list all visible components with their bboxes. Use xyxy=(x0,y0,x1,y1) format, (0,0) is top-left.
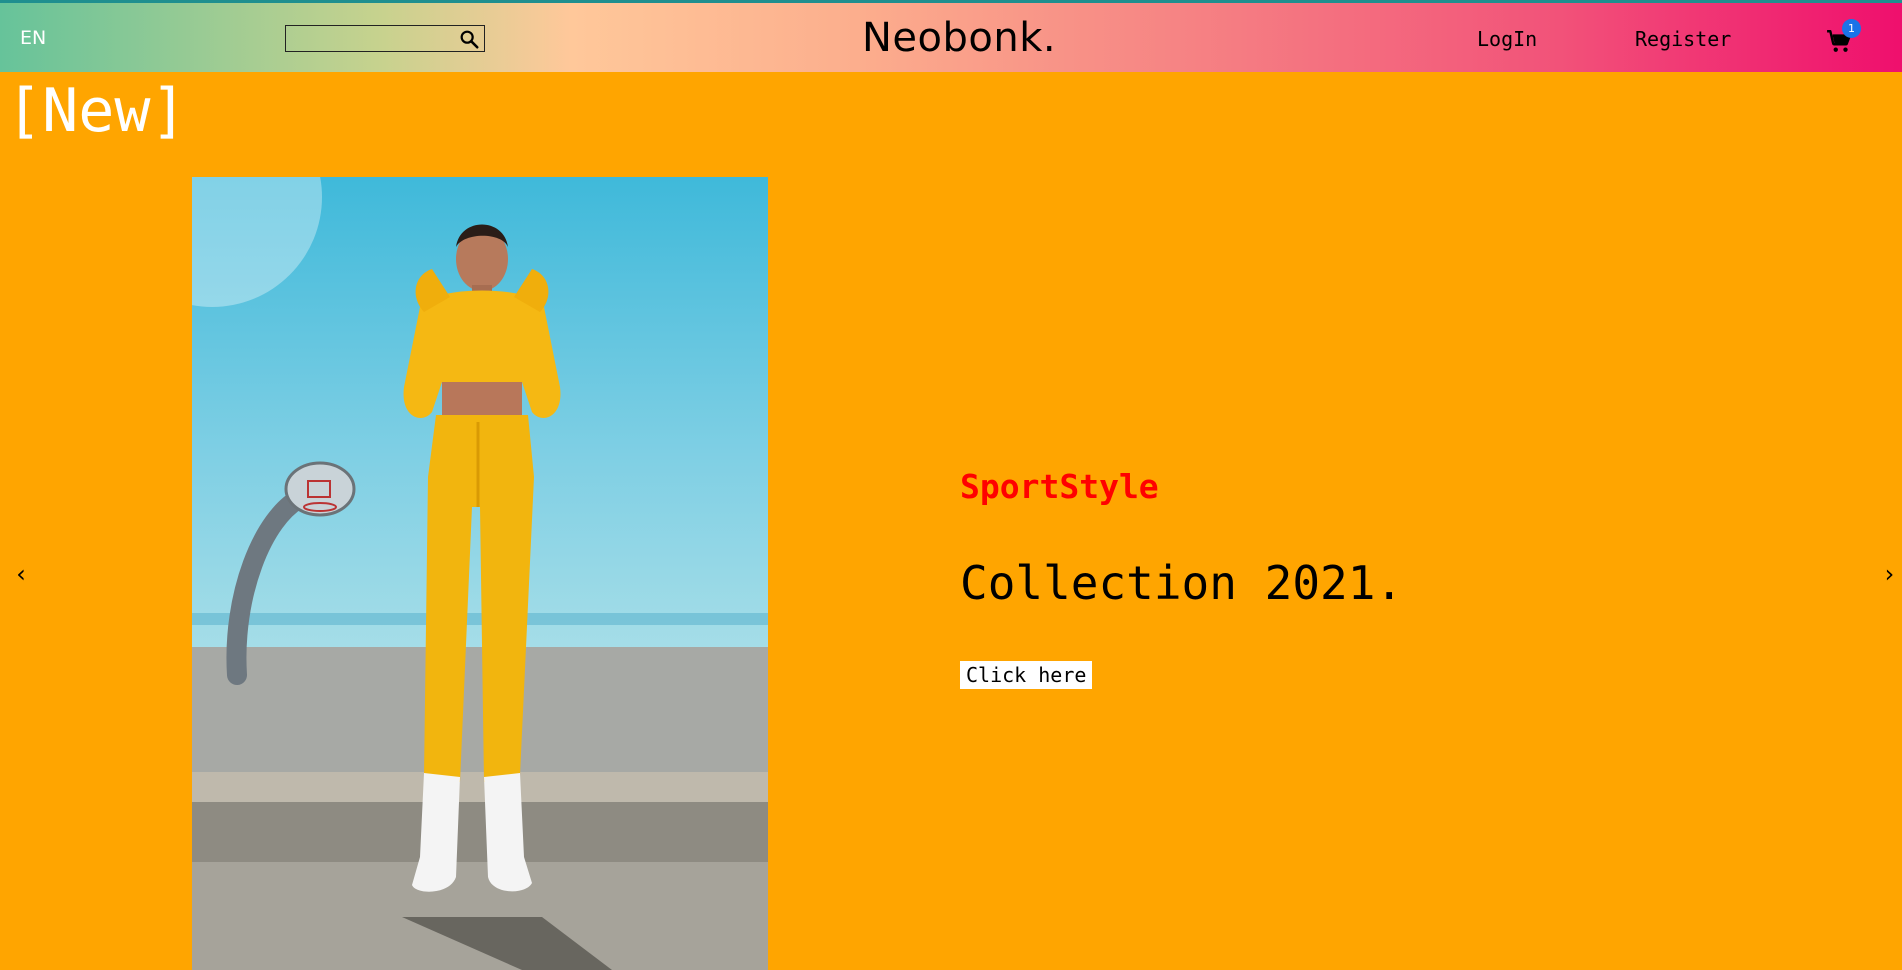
click-here-button[interactable]: Click here xyxy=(960,661,1093,689)
model-illustration xyxy=(192,177,768,970)
search-box xyxy=(285,25,485,52)
language-selector[interactable]: EN xyxy=(20,27,46,49)
section-title: [New] xyxy=(6,76,187,146)
top-navbar: EN Neobonk. LogIn Register 1 xyxy=(0,0,1902,72)
brand-name: SportStyle xyxy=(960,467,1159,506)
login-link[interactable]: LogIn xyxy=(1477,27,1537,51)
hero-product-photo xyxy=(192,177,768,970)
chevron-left-icon[interactable]: ‹ xyxy=(14,560,28,588)
chevron-right-icon[interactable]: › xyxy=(1882,560,1896,588)
site-logo[interactable]: Neobonk. xyxy=(862,15,1056,61)
search-input[interactable] xyxy=(286,26,468,50)
register-link[interactable]: Register xyxy=(1635,27,1731,51)
collection-headline: Collection 2021. xyxy=(960,556,1404,610)
cart-count-badge: 1 xyxy=(1842,19,1861,38)
search-icon[interactable] xyxy=(458,28,480,50)
